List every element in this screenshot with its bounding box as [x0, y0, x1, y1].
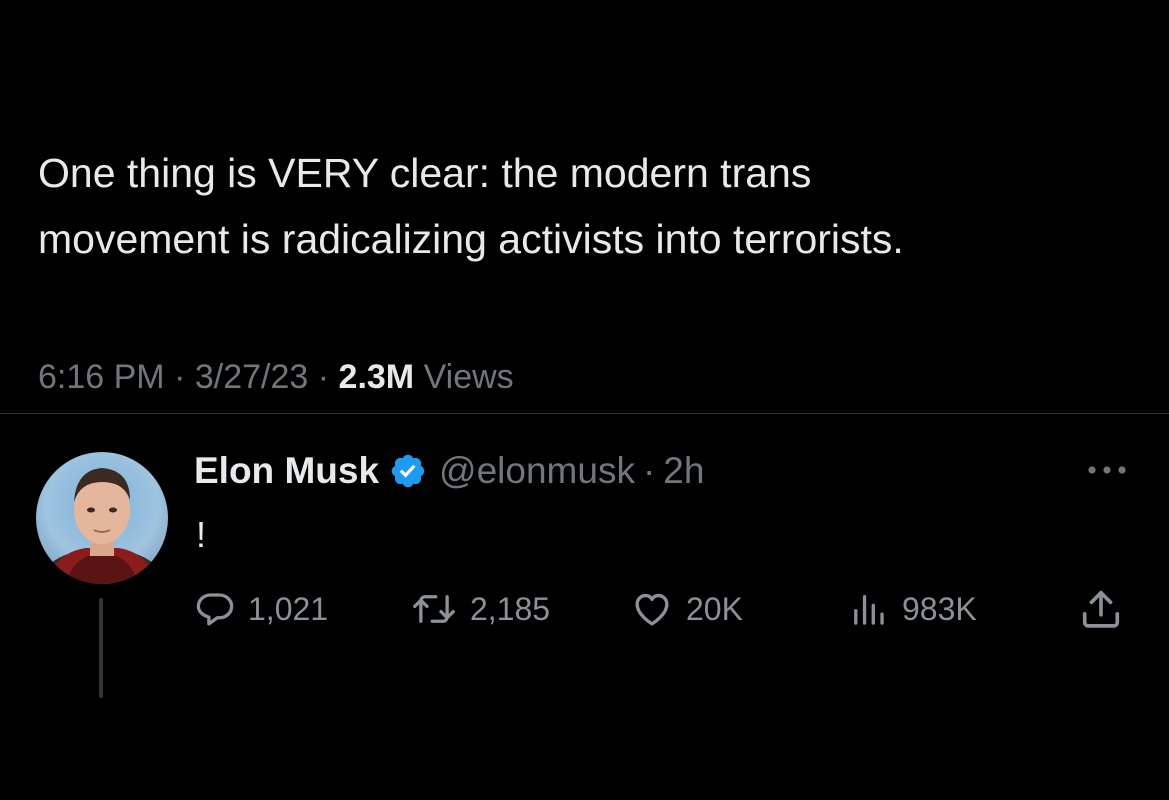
like-count: 20K [686, 590, 743, 627]
views-count[interactable]: 2.3M [339, 358, 415, 396]
like-button[interactable]: 20K [630, 584, 743, 634]
author-name[interactable]: Elon Musk [194, 450, 379, 492]
share-button[interactable] [1078, 584, 1136, 634]
reply-button[interactable]: 1,021 [194, 584, 328, 634]
tweet-time[interactable]: 6:16 PM [38, 358, 165, 396]
views-label[interactable]: Views [424, 358, 514, 396]
bar-chart-icon [854, 595, 884, 625]
reply-text: ! [196, 514, 207, 555]
header-separator: · [642, 450, 656, 491]
retweet-count: 2,185 [470, 590, 551, 627]
views-button[interactable]: 983K [848, 584, 977, 634]
retweet-button[interactable]: 2,185 [410, 584, 550, 634]
share-upload-icon [1082, 590, 1120, 628]
reply-count: 1,021 [248, 590, 329, 627]
verified-badge-icon [389, 452, 427, 490]
thread-line [99, 598, 103, 698]
more-dots-icon[interactable] [1082, 460, 1132, 480]
retweet-arrows-icon [413, 595, 455, 623]
divider [0, 413, 1169, 414]
tweet-text: One thing is VERY clear: the modern tran… [38, 140, 1148, 272]
meta-separator: · [317, 358, 330, 396]
tweet-meta: 6:16 PM · 3/27/23 · 2.3M Views [38, 355, 514, 399]
avatar[interactable] [36, 452, 168, 584]
tweet-text-line: One thing is VERY clear: the modern tran… [38, 150, 812, 196]
avatar-portrait [36, 468, 168, 584]
reply-time[interactable]: 2h [663, 450, 704, 492]
tweet-date[interactable]: 3/27/23 [195, 358, 308, 396]
speech-bubble-icon [196, 593, 234, 626]
meta-separator: · [174, 358, 186, 396]
author-handle[interactable]: @elonmusk [439, 450, 635, 492]
view-count: 983K [902, 590, 977, 627]
tweet-text-line: movement is radicalizing activists into … [38, 216, 904, 262]
heart-icon [635, 593, 669, 626]
reply-header: Elon Musk @elonmusk · 2h [194, 447, 704, 495]
